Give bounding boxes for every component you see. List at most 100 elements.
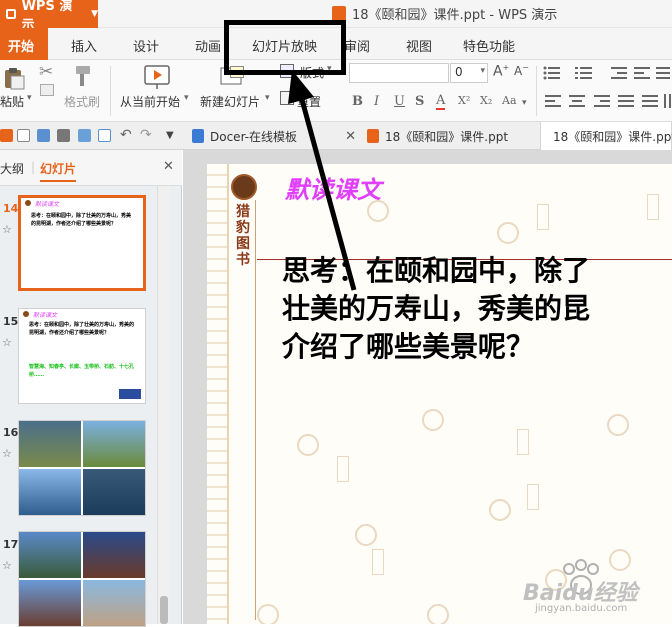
new-slide-dropdown-icon[interactable]: ▾: [265, 93, 270, 103]
tab-insert[interactable]: 插入: [71, 36, 97, 55]
align-center-icon[interactable]: [569, 94, 585, 111]
text-direction-icon[interactable]: [664, 94, 672, 111]
watermark-mark-icon: [647, 194, 659, 220]
justify-icon[interactable]: [618, 94, 634, 111]
slide-thumbnail-16[interactable]: [18, 420, 146, 516]
thumb-text: 思考：在颐和园中，除了壮美的万寿山，秀美的昆明湖，作者还介绍了哪些美景呢？: [31, 213, 132, 227]
photo-stone-boat: [83, 580, 145, 626]
watermark-mark-icon: [372, 549, 384, 575]
bullet-list-icon[interactable]: [543, 66, 561, 83]
decrease-indent-icon[interactable]: [611, 66, 627, 83]
tab-home[interactable]: 开始: [0, 28, 48, 60]
wps-menu-icon[interactable]: [0, 129, 13, 142]
strikethrough-icon[interactable]: S: [415, 94, 424, 109]
increase-indent-icon[interactable]: [634, 66, 650, 83]
watermark-mark-icon: [537, 204, 549, 230]
watermark-seal-icon: [355, 524, 377, 546]
slides-pane-header: 大纲 | 幻灯片 ✕: [0, 150, 182, 186]
baidu-watermark: Baidu经验 jingyan.baidu.com: [523, 559, 672, 619]
tab-slides[interactable]: 幻灯片: [40, 160, 77, 182]
align-left-icon[interactable]: [545, 94, 561, 111]
body-line-1: 思考：在颐和园中，除了: [282, 254, 591, 287]
undo-icon[interactable]: ↶: [120, 127, 132, 143]
photo-boat: [83, 469, 145, 515]
watermark-seal-icon: [257, 604, 279, 624]
case-dropdown-icon[interactable]: ▾: [522, 98, 527, 108]
thumb-heading: 默读课文: [33, 312, 58, 319]
docer-icon: [192, 129, 204, 143]
print-preview-icon[interactable]: [78, 129, 91, 142]
new-file-icon[interactable]: [17, 129, 30, 142]
export-pdf-icon[interactable]: [98, 129, 111, 142]
shrink-font-icon[interactable]: A−: [514, 63, 529, 78]
italic-icon[interactable]: I: [374, 94, 379, 109]
slides-pane: 大纲 | 幻灯片 ✕ 14 ☆ 默读课文 思考：在颐和园中，除了壮美的万寿山，秀…: [0, 150, 182, 627]
scrollbar-thumb[interactable]: [160, 596, 168, 624]
copy-icon[interactable]: [40, 84, 54, 96]
app-menu-button[interactable]: WPS 演示 ▼: [0, 0, 98, 33]
play-dropdown-icon[interactable]: ▾: [184, 93, 189, 103]
underline-icon[interactable]: U: [394, 94, 405, 109]
slide-heading: 默读课文: [285, 175, 381, 204]
slide-canvas[interactable]: 猎豹图书 默读课文 思考：在颐和园中，除了 壮美的万寿山，秀美的昆 介绍了哪些美…: [207, 164, 672, 624]
thumb-text: 思考：在颐和园中，除了壮美的万寿山，秀美的昆明湖，作者还介绍了哪些美景呢？: [29, 322, 135, 336]
close-pane-icon[interactable]: ✕: [163, 159, 174, 174]
thumb-heading: 默读课文: [35, 201, 60, 208]
distribute-icon[interactable]: [642, 94, 658, 111]
align-right-icon[interactable]: [594, 94, 610, 111]
slide-thumbnail-17[interactable]: [18, 531, 146, 627]
slide-body-text[interactable]: 思考：在颐和园中，除了 壮美的万寿山，秀美的昆 介绍了哪些美景呢？: [282, 252, 590, 366]
watermark-mark-icon: [527, 484, 539, 510]
play-from-current-button[interactable]: 从当前开始: [120, 93, 180, 110]
slideshow-play-icon[interactable]: [143, 64, 171, 90]
tab-file-2[interactable]: 18《颐和园》课件.ppt: [540, 122, 672, 150]
document-tab-bar: ↶ ↷ ▼ Docer-在线模板 ✕ 18《颐和园》课件.ppt 18《颐和园》…: [0, 122, 672, 150]
paste-dropdown-icon[interactable]: ▾: [27, 93, 32, 103]
redo-icon[interactable]: ↷: [140, 127, 152, 143]
slide-number: 16: [3, 426, 19, 439]
font-color-icon[interactable]: A: [436, 94, 446, 110]
format-painter-button[interactable]: 格式刷: [64, 93, 100, 110]
photo-tower: [83, 532, 145, 578]
new-slide-button[interactable]: 新建幻灯片: [200, 93, 260, 110]
save-icon[interactable]: [37, 129, 50, 142]
grow-font-icon[interactable]: A+: [493, 63, 509, 80]
numbered-list-icon[interactable]: [575, 66, 593, 83]
quick-access-dropdown-icon[interactable]: ▼: [166, 130, 174, 141]
superscript-icon[interactable]: X²: [458, 94, 470, 107]
print-icon[interactable]: [57, 129, 70, 142]
slides-scrollbar[interactable]: [157, 186, 170, 624]
watermark-mark-icon: [337, 456, 349, 482]
tab-review[interactable]: 审阅: [344, 36, 370, 55]
tab-view[interactable]: 视图: [406, 36, 432, 55]
slide-number: 17: [3, 538, 19, 551]
subscript-icon[interactable]: X₂: [480, 94, 492, 107]
watermark-mark-icon: [517, 429, 529, 455]
format-painter-icon[interactable]: [70, 64, 92, 90]
tab-docer[interactable]: Docer-在线模板 ✕: [188, 122, 360, 150]
tab-docer-label: Docer-在线模板: [210, 129, 298, 144]
reset-button[interactable]: 重置: [297, 93, 321, 110]
paste-button[interactable]: 粘贴: [0, 93, 24, 110]
line-spacing-icon[interactable]: [656, 66, 670, 83]
font-size-dropdown-icon[interactable]: ▾: [480, 66, 485, 76]
close-icon[interactable]: ✕: [345, 129, 356, 144]
tab-design[interactable]: 设计: [133, 36, 159, 55]
case-icon[interactable]: Aa: [502, 94, 517, 107]
font-size-combo[interactable]: 0 ▾: [450, 63, 488, 83]
vertical-rule: [255, 200, 256, 620]
slide-thumbnail-15[interactable]: 默读课文 思考：在颐和园中，除了壮美的万寿山，秀美的昆明湖，作者还介绍了哪些美景…: [18, 308, 146, 404]
font-name-combo[interactable]: [349, 63, 449, 83]
tab-animation[interactable]: 动画: [195, 36, 221, 55]
tab-outline[interactable]: 大纲: [0, 160, 24, 177]
reset-icon[interactable]: [280, 91, 294, 105]
paste-icon[interactable]: [2, 66, 26, 90]
wps-logo-icon: [6, 9, 16, 19]
photo-hill: [83, 421, 145, 467]
tab-file-1[interactable]: 18《颐和园》课件.ppt: [365, 122, 535, 150]
slide-thumbnail-14[interactable]: 默读课文 思考：在颐和园中，除了壮美的万寿山，秀美的昆明湖，作者还介绍了哪些美景…: [18, 195, 146, 291]
slide-number: 14: [3, 202, 19, 215]
tab-special[interactable]: 特色功能: [463, 36, 515, 55]
cut-icon[interactable]: ✂: [39, 62, 53, 82]
bold-icon[interactable]: B: [352, 94, 363, 109]
